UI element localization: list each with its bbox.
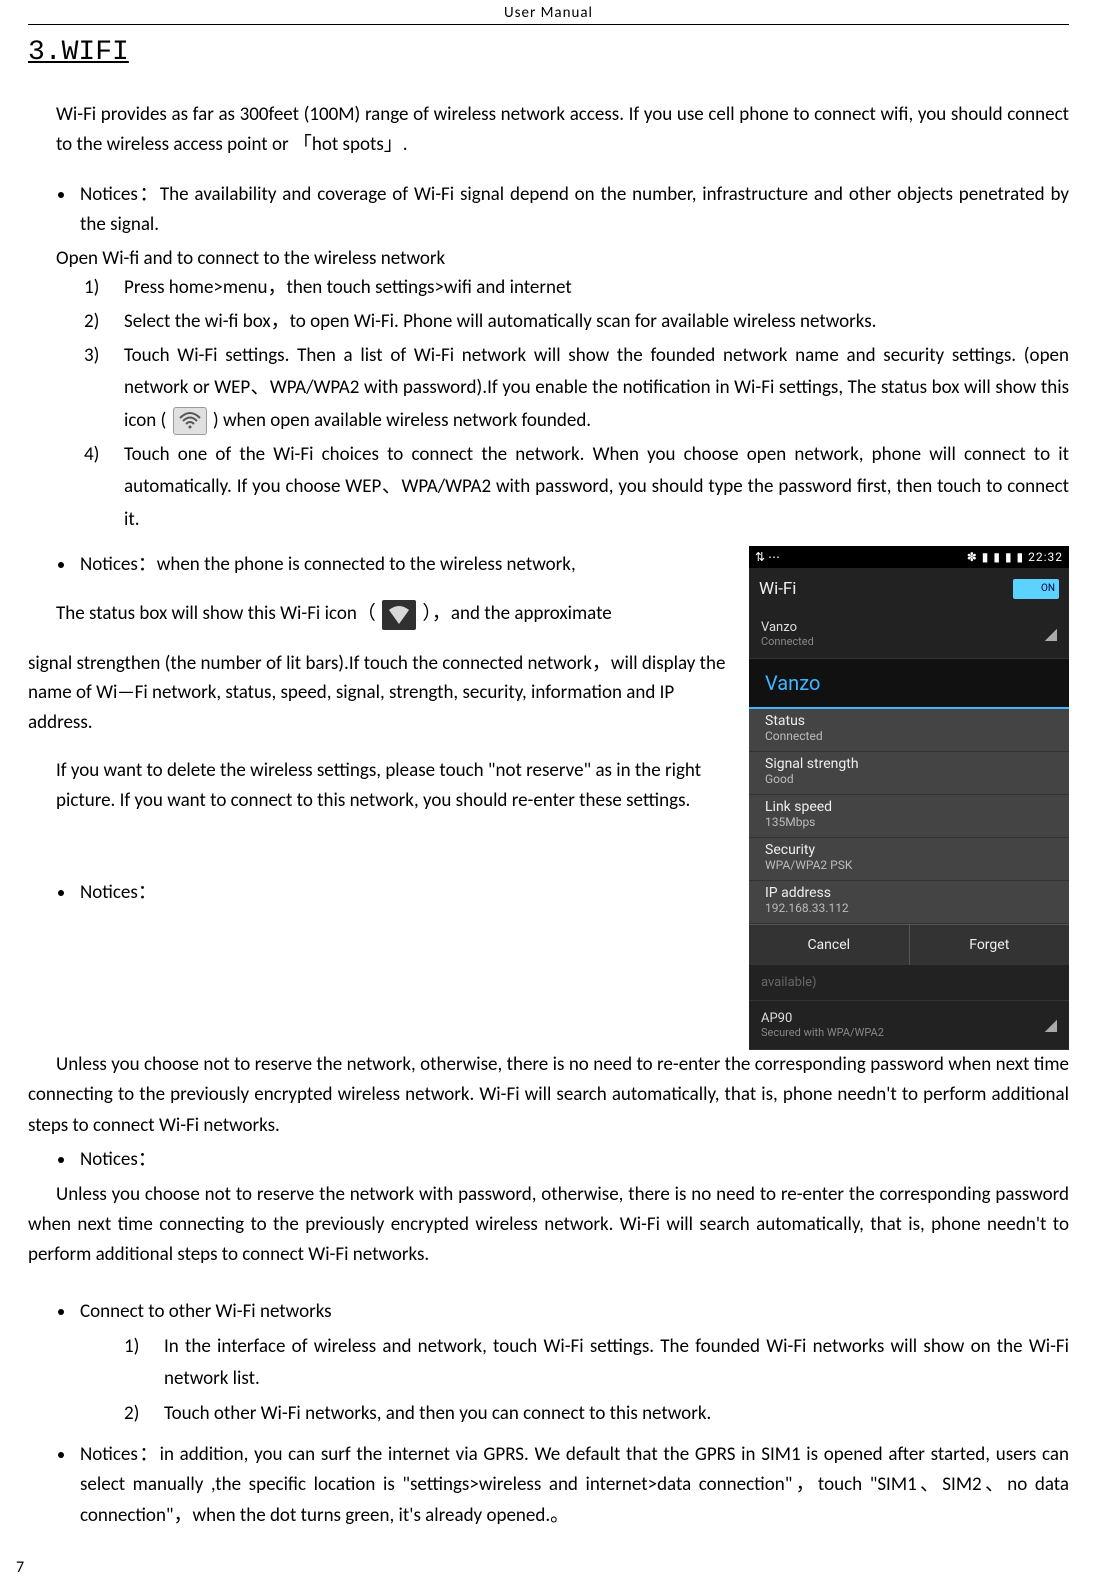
statusbar-left: ⇅ ⋯ [755, 550, 780, 564]
wifi-item-sub: Secured with WPA/WPA2 [761, 1026, 884, 1039]
step-3-text-b: ) when open available wireless network f… [213, 409, 591, 432]
notice-availability: Notices：The availability and coverage of… [76, 180, 1069, 241]
phone-actionbar: Wi-Fi ON [749, 568, 1069, 610]
step-1: 1)Press home>menu，then touch settings>wi… [84, 272, 1069, 304]
wifi-item-name: AP90 [761, 1011, 792, 1026]
connect-step-2: 2)Touch other Wi-Fi networks, and then y… [124, 1398, 1069, 1430]
dialog-row-security: SecurityWPA/WPA2 PSK [749, 838, 1069, 881]
page-header: User Manual [28, 0, 1069, 24]
wifi-details-dialog: Vanzo StatusConnected Signal strengthGoo… [749, 659, 1069, 965]
statusbar-right: ✽ ▮ ▮ ▮ ▮ 22:32 [967, 550, 1063, 564]
step-4-text: Touch one of the Wi-Fi choices to connec… [124, 443, 1069, 531]
wifi-item-available: available) [749, 965, 1069, 1001]
wifi-screen-title: Wi-Fi [759, 579, 796, 599]
step-1-text: Press home>menu，then touch settings>wifi… [124, 276, 572, 299]
dialog-row-ip: IP address192.168.33.112 [749, 881, 1069, 924]
step-3: 3) Touch Wi-Fi settings. Then a list of … [84, 340, 1069, 437]
dialog-row-speed: Link speed135Mbps [749, 795, 1069, 838]
step-2: 2)Select the wi-fi box，to open Wi-Fi. Ph… [84, 306, 1069, 338]
step-2-text: Select the wi-fi box，to open Wi-Fi. Phon… [124, 310, 876, 333]
wifi-item-ap90[interactable]: AP90 Secured with WPA/WPA2 ◢ [749, 1001, 1069, 1050]
notice-4-label: Notices： [76, 1145, 1069, 1175]
delete-settings-paragraph: If you want to delete the wireless setti… [56, 756, 733, 815]
wifi-item-sub: Connected [761, 635, 814, 648]
section-title: 3.WIFI [28, 37, 1069, 68]
dialog-cancel-button[interactable]: Cancel [749, 924, 910, 965]
dialog-row-signal: Signal strengthGood [749, 752, 1069, 795]
wifi-status-icon [382, 600, 416, 630]
wifi-available-icon [173, 407, 207, 435]
dialog-row-status: StatusConnected [749, 709, 1069, 752]
wifi-signal-icon: ◢ [1045, 624, 1057, 643]
gprs-notice: Notices：in addition, you can surf the in… [76, 1440, 1069, 1531]
wifi-signal-lock-icon: ◢ [1045, 1015, 1057, 1034]
notice-connected: Notices：when the phone is connected to t… [76, 550, 733, 580]
page-number: 7 [16, 1558, 24, 1577]
notice-3-label: Notices： [76, 878, 733, 908]
wifi-toggle[interactable]: ON [1013, 579, 1059, 599]
connect-other-heading: Connect to other Wi-Fi networks [76, 1297, 1069, 1327]
header-rule [28, 24, 1069, 25]
status-icon-line: The status box will show this Wi-Fi icon… [56, 599, 733, 629]
step-4: 4)Touch one of the Wi-Fi choices to conn… [84, 439, 1069, 536]
wifi-item-name: Vanzo [761, 620, 797, 635]
open-wifi-heading: Open Wi-fi and to connect to the wireles… [56, 247, 1069, 270]
notice-4-paragraph: Unless you choose not to reserve the net… [28, 1180, 1069, 1271]
phone-screenshot: ⇅ ⋯ ✽ ▮ ▮ ▮ ▮ 22:32 Wi-Fi ON Vanzo Conne… [749, 546, 1069, 1050]
wifi-item-vanzo[interactable]: Vanzo Connected ◢ [749, 610, 1069, 659]
intro-paragraph: Wi-Fi provides as far as 300feet (100M) … [56, 100, 1069, 161]
notice-3-paragraph: Unless you choose not to reserve the net… [28, 1050, 1069, 1141]
dialog-title: Vanzo [749, 659, 1069, 709]
phone-statusbar: ⇅ ⋯ ✽ ▮ ▮ ▮ ▮ 22:32 [749, 546, 1069, 568]
connect-step-1: 1)In the interface of wireless and netwo… [124, 1331, 1069, 1396]
dialog-forget-button[interactable]: Forget [910, 924, 1070, 965]
status-detail-paragraph: signal strengthen (the number of lit bar… [28, 649, 733, 737]
